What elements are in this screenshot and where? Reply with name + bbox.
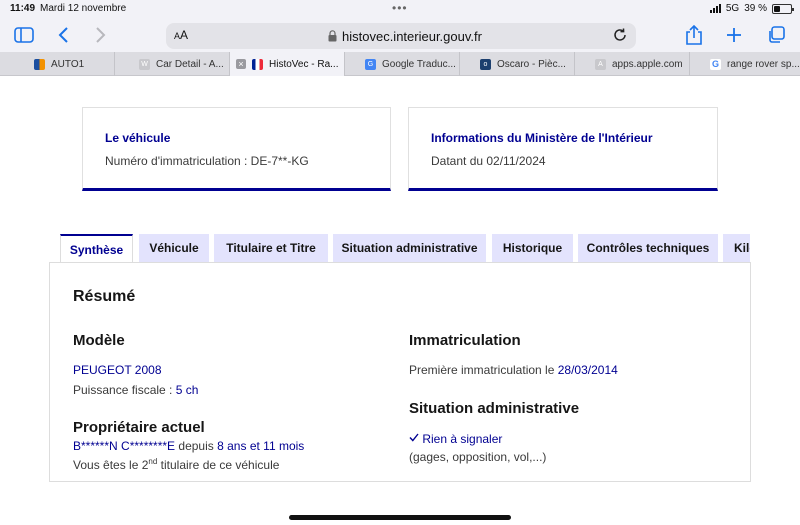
browser-tab-google-translate[interactable]: G Google Traduc... bbox=[345, 52, 460, 76]
home-indicator[interactable] bbox=[289, 515, 511, 520]
auto1-logo-icon bbox=[34, 58, 45, 70]
battery-icon bbox=[772, 3, 794, 14]
browser-toolbar: AA histovec.interieur.gouv.fr bbox=[0, 18, 800, 52]
browser-tab-oscaro[interactable]: o Oscaro - Pièc... bbox=[460, 52, 575, 76]
url-text: histovec.interieur.gouv.fr bbox=[342, 29, 482, 44]
tab-titulaire[interactable]: Titulaire et Titre bbox=[214, 234, 328, 262]
owner-line: B******N C********E depuis 8 ans et 11 m… bbox=[73, 439, 305, 453]
sidebar-icon[interactable] bbox=[12, 23, 36, 47]
fiscal-power: Puissance fiscale : 5 ch bbox=[73, 383, 199, 397]
tab-kilometrage[interactable]: Kilo bbox=[723, 234, 750, 262]
browser-tab-car-detail[interactable]: W Car Detail - A... bbox=[115, 52, 230, 76]
data-date: Datant du 02/11/2024 bbox=[431, 154, 546, 168]
report-tabs: Synthèse Véhicule Titulaire et Titre Sit… bbox=[60, 234, 750, 262]
browser-tab-title: Oscaro - Pièc... bbox=[497, 58, 566, 70]
w-logo-icon: W bbox=[139, 58, 150, 70]
browser-tab-auto1[interactable]: AUTO1 bbox=[0, 52, 115, 76]
status-right: 5G 39 % bbox=[709, 3, 794, 14]
reader-options-button[interactable]: AA bbox=[174, 28, 188, 42]
address-bar[interactable]: AA histovec.interieur.gouv.fr bbox=[166, 23, 636, 49]
signal-icon bbox=[709, 4, 721, 13]
french-flag-icon bbox=[252, 58, 263, 70]
forward-icon[interactable] bbox=[88, 23, 112, 47]
close-tab-icon[interactable]: × bbox=[236, 59, 246, 69]
tab-vehicule[interactable]: Véhicule bbox=[139, 234, 209, 262]
lock-icon bbox=[328, 29, 337, 47]
status-time: 11:49 bbox=[10, 3, 36, 14]
a-letter-icon: A bbox=[595, 58, 606, 70]
back-icon[interactable] bbox=[52, 23, 76, 47]
reload-icon[interactable] bbox=[612, 27, 628, 48]
google-g-icon: G bbox=[710, 58, 721, 70]
summary-title: Résumé bbox=[73, 288, 136, 305]
tab-synthese[interactable]: Synthèse bbox=[60, 234, 133, 262]
browser-tab-title: Google Traduc... bbox=[382, 58, 456, 70]
browser-tab-title: Car Detail - A... bbox=[156, 58, 224, 70]
ministry-card: Informations du Ministère de l'Intérieur… bbox=[408, 107, 718, 191]
admin-detail: (gages, opposition, vol,...) bbox=[409, 450, 547, 464]
model-name: PEUGEOT 2008 bbox=[73, 363, 162, 377]
multitasking-dots-icon[interactable]: ••• bbox=[392, 1, 408, 15]
network-label: 5G bbox=[725, 3, 740, 14]
status-date: Mardi 12 novembre bbox=[40, 3, 127, 14]
status-bar: 11:49 Mardi 12 novembre ••• 5G 39 % bbox=[0, 0, 800, 18]
vehicle-card: Le véhicule Numéro d'immatriculation : D… bbox=[82, 107, 391, 191]
owner-name: B******N C********E bbox=[73, 439, 176, 453]
admin-heading: Situation administrative bbox=[409, 400, 580, 417]
model-heading: Modèle bbox=[73, 332, 125, 349]
tab-overview-icon[interactable] bbox=[764, 23, 788, 47]
tab-situation-administrative[interactable]: Situation administrative bbox=[333, 234, 486, 262]
browser-tab-title: range rover sp... bbox=[727, 58, 800, 70]
owner-rank: Vous êtes le 2nd titulaire de ce véhicul… bbox=[73, 457, 280, 472]
share-icon[interactable] bbox=[682, 23, 706, 47]
browser-tab-apple-apps[interactable]: A apps.apple.com bbox=[575, 52, 690, 76]
owner-heading: Propriétaire actuel bbox=[73, 419, 205, 436]
tab-historique[interactable]: Historique bbox=[492, 234, 573, 262]
battery-label: 39 % bbox=[744, 3, 767, 14]
browser-tab-range-rover[interactable]: G range rover sp... bbox=[690, 52, 800, 76]
registration-heading: Immatriculation bbox=[409, 332, 521, 349]
tab-controles-techniques[interactable]: Contrôles techniques bbox=[578, 234, 718, 262]
vehicle-card-title: Le véhicule bbox=[105, 131, 171, 145]
ministry-card-title: Informations du Ministère de l'Intérieur bbox=[431, 131, 653, 145]
browser-tab-strip: AUTO1 W Car Detail - A... × HistoVec - R… bbox=[0, 52, 800, 76]
admin-status: Rien à signaler bbox=[409, 432, 502, 446]
google-translate-icon: G bbox=[365, 58, 376, 70]
first-registration: Première immatriculation le 28/03/2014 bbox=[409, 363, 618, 377]
browser-tab-histovec[interactable]: × HistoVec - Ra... bbox=[230, 52, 345, 76]
checkmark-icon bbox=[409, 433, 419, 442]
ownership-duration: 8 ans et 11 mois bbox=[217, 439, 305, 453]
new-tab-icon[interactable] bbox=[722, 23, 746, 47]
browser-tab-title: apps.apple.com bbox=[612, 58, 683, 70]
registration-number: Numéro d'immatriculation : DE-7**-KG bbox=[105, 154, 309, 168]
browser-tab-title: AUTO1 bbox=[51, 58, 85, 70]
browser-tab-title: HistoVec - Ra... bbox=[269, 58, 339, 70]
summary-panel: Résumé Modèle PEUGEOT 2008 Puissance fis… bbox=[49, 262, 751, 482]
oscaro-icon: o bbox=[480, 58, 491, 70]
